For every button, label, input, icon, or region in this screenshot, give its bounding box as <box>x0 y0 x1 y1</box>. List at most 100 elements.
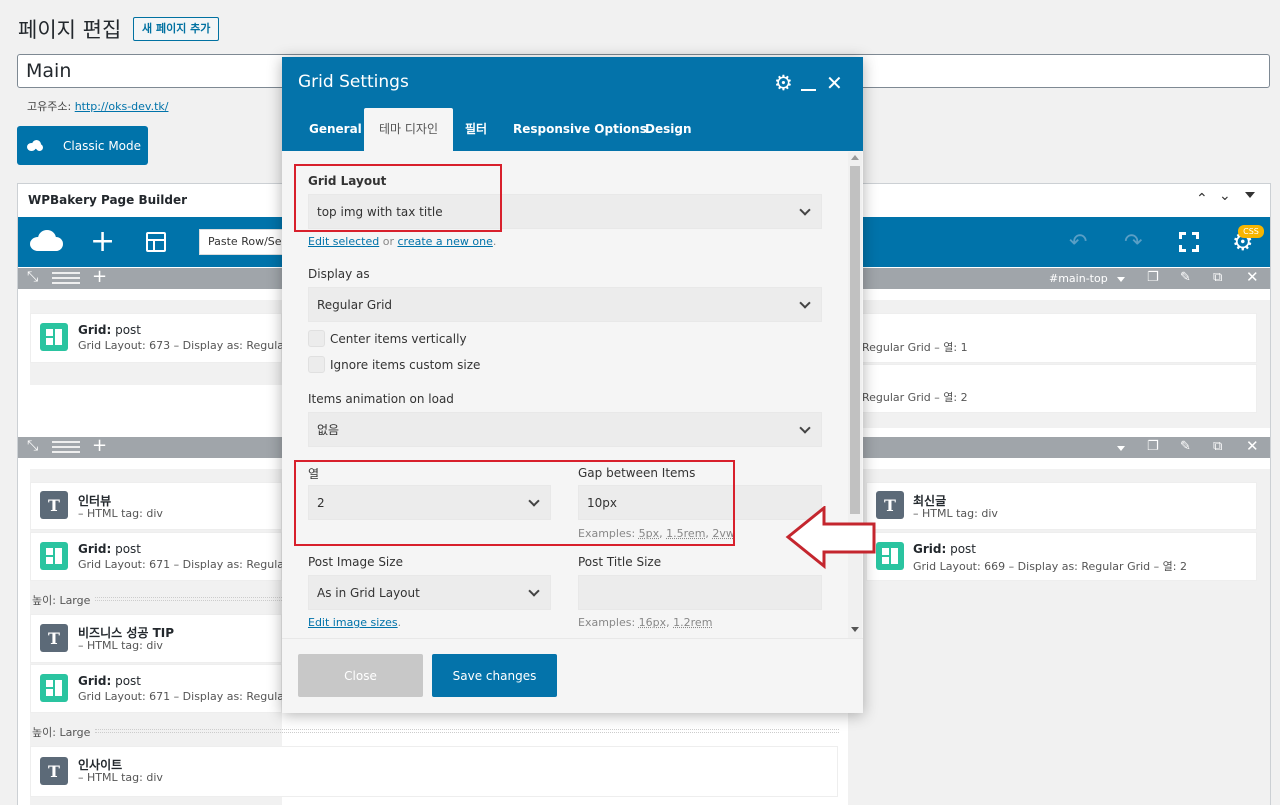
ignore-size-checkbox[interactable] <box>308 356 325 373</box>
move-up-icon[interactable]: ⌃ <box>1196 191 1208 207</box>
center-items-label: Center items vertically <box>330 332 467 346</box>
grid-icon <box>40 323 68 351</box>
text-block-icon: T <box>40 491 68 519</box>
post-image-size-label: Post Image Size <box>308 555 403 569</box>
text-block-icon: T <box>40 757 68 785</box>
display-as-value: Regular Grid <box>317 298 392 312</box>
highlight-box-columns-gap <box>294 460 735 546</box>
permalink-link[interactable]: http://oks-dev.tk/ <box>75 100 169 113</box>
separator <box>95 597 282 601</box>
row-1-drag-icon[interactable]: ⤡ <box>27 269 38 285</box>
animation-value: 없음 <box>317 421 339 438</box>
post-title-size-input[interactable] <box>578 575 822 610</box>
scroll-up-arrow-icon[interactable] <box>851 155 859 160</box>
row-1-add-column-icon[interactable]: + <box>92 266 107 287</box>
row-1-layout-icon[interactable] <box>52 272 80 284</box>
post-title-size-examples: Examples: 16px, 1.2rem <box>578 616 712 629</box>
chevron-down-icon <box>799 204 810 215</box>
post-image-size-value: As in Grid Layout <box>317 586 420 600</box>
chevron-down-icon <box>528 585 539 596</box>
add-new-page-button[interactable]: 새 페이지 추가 <box>133 17 219 41</box>
chevron-down-icon <box>799 422 810 433</box>
height-label: 높이: Large <box>32 592 90 608</box>
row-2-add-column-icon[interactable]: + <box>92 435 107 456</box>
wpbakery-cloud-icon <box>27 140 43 151</box>
modal-title: Grid Settings <box>298 72 409 92</box>
display-as-select[interactable]: Regular Grid <box>308 287 822 322</box>
tab-filter[interactable]: 필터 <box>465 121 487 151</box>
element-desc: Grid Layout: 671 – Display as: Regular G… <box>78 690 282 703</box>
height-label: 높이: Large <box>32 724 90 740</box>
tab-design[interactable]: Design <box>645 121 692 151</box>
element-name: Grid: post <box>78 674 141 688</box>
element-desc: Grid Layout: 671 – Display as: Regular G… <box>78 558 282 571</box>
edit-selected-link[interactable]: Edit selected <box>308 235 379 248</box>
row-2-delete-icon[interactable]: ✕ <box>1246 437 1259 455</box>
grid-layout-links: Edit selected or create a new one. <box>308 235 496 248</box>
grid-element[interactable] <box>848 313 1257 363</box>
grid-icon <box>40 674 68 702</box>
row-2-copy-icon[interactable]: ❐ <box>1147 439 1159 454</box>
row-2-drag-icon[interactable]: ⤡ <box>27 438 38 454</box>
toggle-panel-icon[interactable] <box>1245 192 1255 198</box>
row-1-delete-icon[interactable]: ✕ <box>1246 268 1259 286</box>
element-name: Grid: post <box>913 542 976 556</box>
close-button[interactable]: Close <box>298 654 423 697</box>
row-2-layout-icon[interactable] <box>52 441 80 453</box>
undo-icon[interactable]: ↶ <box>1069 230 1087 255</box>
grid-icon <box>876 542 904 570</box>
row-2-edit-icon[interactable]: ✎ <box>1180 439 1191 454</box>
row-1-edit-icon[interactable]: ✎ <box>1180 270 1191 285</box>
display-as-label: Display as <box>308 267 370 281</box>
text-block-icon: T <box>876 491 904 519</box>
fullscreen-icon[interactable] <box>1179 232 1199 252</box>
edit-image-sizes-link[interactable]: Edit image sizes <box>308 616 398 629</box>
text-block-icon: T <box>40 624 68 652</box>
annotation-arrow-icon <box>784 506 878 570</box>
element-desc: Regular Grid – 열: 2 <box>862 389 968 405</box>
templates-icon[interactable] <box>146 232 166 252</box>
builder-title: WPBakery Page Builder <box>28 193 187 207</box>
animation-select[interactable]: 없음 <box>308 412 822 447</box>
row-1-clone-icon[interactable]: ⧉ <box>1213 270 1222 285</box>
element-desc: – HTML tag: div <box>78 639 163 652</box>
redo-icon[interactable]: ↷ <box>1124 230 1142 255</box>
row-2-clone-icon[interactable]: ⧉ <box>1213 439 1222 454</box>
modal-close-icon[interactable]: ✕ <box>826 71 843 95</box>
move-down-icon[interactable]: ⌄ <box>1219 188 1231 204</box>
classic-mode-label: Classic Mode <box>63 139 141 153</box>
scroll-thumb[interactable] <box>850 166 860 514</box>
tab-general[interactable]: General <box>309 121 362 151</box>
highlight-box-grid-layout <box>294 164 502 232</box>
modal-settings-gear-icon[interactable]: ⚙ <box>774 71 793 95</box>
tab-theme-design[interactable]: 테마 디자인 <box>364 108 453 151</box>
minimize-icon[interactable] <box>801 89 816 91</box>
edit-image-sizes: Edit image sizes. <box>308 616 401 629</box>
wpbakery-logo-icon[interactable] <box>30 229 65 253</box>
save-changes-button[interactable]: Save changes <box>432 654 557 697</box>
row-1-copy-icon[interactable]: ❐ <box>1147 270 1159 285</box>
element-desc: – HTML tag: div <box>78 507 163 520</box>
scroll-down-arrow-icon[interactable] <box>851 627 859 632</box>
chevron-down-icon <box>799 297 810 308</box>
center-items-checkbox[interactable] <box>308 330 325 347</box>
element-desc: Grid Layout: 669 – Display as: Regular G… <box>913 558 1187 574</box>
page-title: 페이지 편집 <box>18 14 121 44</box>
row-1-id-label: #main-top <box>1049 272 1108 285</box>
element-name: Grid: post <box>78 542 141 556</box>
css-badge: CSS <box>1238 225 1264 238</box>
permalink: 고유주소: http://oks-dev.tk/ <box>27 98 168 114</box>
tab-responsive-options[interactable]: Responsive Options <box>513 121 647 151</box>
post-image-size-select[interactable]: As in Grid Layout <box>308 575 551 610</box>
grid-icon <box>40 542 68 570</box>
add-element-icon[interactable]: + <box>90 227 115 257</box>
create-new-link[interactable]: create a new one <box>397 235 492 248</box>
row-2-toggle-icon[interactable] <box>1117 446 1125 451</box>
row-1-toggle-icon[interactable] <box>1117 277 1125 282</box>
element-name: Grid: post <box>78 323 141 337</box>
paste-row-input[interactable]: Paste Row/Section <box>199 229 289 255</box>
separator <box>95 729 839 733</box>
post-title-size-label: Post Title Size <box>578 555 661 569</box>
classic-mode-button[interactable]: Classic Mode <box>17 126 148 165</box>
element-desc: – HTML tag: div <box>78 771 163 784</box>
